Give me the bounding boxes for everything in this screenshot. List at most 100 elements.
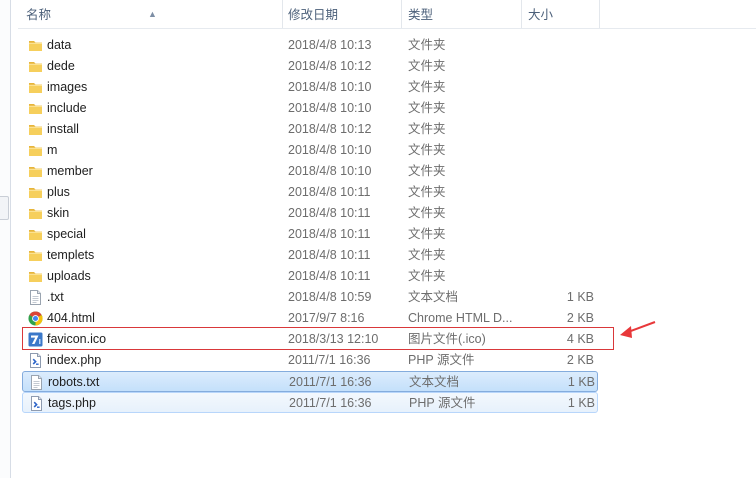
file-name: m (47, 143, 58, 157)
file-modified-date: 2018/4/8 10:13 (288, 38, 372, 52)
file-name: 404.html (47, 311, 95, 325)
folder-icon (28, 122, 43, 137)
column-header-name-label: 名称 (26, 8, 52, 22)
file-type: 文件夹 (408, 185, 446, 199)
file-modified-date: 2011/7/1 16:36 (289, 375, 372, 389)
file-modified-date: 2018/4/8 10:59 (288, 290, 372, 304)
column-header-type[interactable]: 类型 (400, 0, 522, 28)
folder-icon (28, 80, 43, 95)
folder-icon (28, 248, 43, 263)
php-file-icon (28, 353, 43, 368)
file-name: robots.txt (48, 375, 100, 389)
file-type: 文件夹 (408, 227, 446, 241)
file-name: images (47, 80, 88, 94)
column-header-name[interactable]: 名称 ▲ (18, 0, 283, 28)
file-modified-date: 2011/7/1 16:36 (288, 353, 371, 367)
column-header-size-label: 大小 (528, 8, 554, 22)
file-name: data (47, 38, 72, 52)
file-name: skin (47, 206, 70, 220)
file-row[interactable]: install 2018/4/8 10:12 文件夹 (22, 119, 598, 140)
folder-icon (28, 185, 43, 200)
file-size: 1 KB (566, 290, 594, 304)
folder-icon (28, 164, 43, 179)
file-size: 2 KB (566, 353, 594, 367)
file-row[interactable]: uploads 2018/4/8 10:11 文件夹 (22, 266, 598, 287)
file-type: Chrome HTML D... (408, 311, 513, 325)
file-type: 文件夹 (408, 101, 446, 115)
file-row[interactable]: skin 2018/4/8 10:11 文件夹 (22, 203, 598, 224)
file-modified-date: 2017/9/7 8:16 (288, 311, 365, 325)
file-type: 文本文档 (409, 375, 460, 389)
file-modified-date: 2018/4/8 10:12 (288, 59, 372, 73)
file-name: dede (47, 59, 75, 73)
file-row[interactable]: m 2018/4/8 10:10 文件夹 (22, 140, 598, 161)
file-modified-date: 2011/7/1 16:36 (289, 396, 372, 410)
folder-icon (28, 101, 43, 116)
pane-resize-handle[interactable] (0, 196, 9, 220)
text-file-icon (29, 375, 44, 390)
column-header-date[interactable]: 修改日期 (280, 0, 402, 28)
file-type: 文件夹 (408, 206, 446, 220)
file-row[interactable]: robots.txt 2011/7/1 16:36 文本文档 1 KB (22, 371, 598, 392)
file-type: 文件夹 (408, 248, 446, 262)
file-modified-date: 2018/4/8 10:11 (288, 269, 371, 283)
file-type: 文件夹 (408, 38, 446, 52)
file-name: index.php (47, 353, 102, 367)
file-name: uploads (47, 269, 91, 283)
file-row[interactable]: member 2018/4/8 10:10 文件夹 (22, 161, 598, 182)
file-name: member (47, 164, 93, 178)
file-row[interactable]: special 2018/4/8 10:11 文件夹 (22, 224, 598, 245)
file-row[interactable]: plus 2018/4/8 10:11 文件夹 (22, 182, 598, 203)
file-row[interactable]: images 2018/4/8 10:10 文件夹 (22, 77, 598, 98)
column-header-type-label: 类型 (408, 8, 434, 22)
file-type: 文件夹 (408, 143, 446, 157)
folder-icon (28, 59, 43, 74)
file-row[interactable]: tags.php 2011/7/1 16:36 PHP 源文件 1 KB (22, 392, 598, 413)
file-name: install (47, 122, 79, 136)
file-modified-date: 2018/4/8 10:11 (288, 248, 371, 262)
column-header-size[interactable]: 大小 (520, 0, 600, 28)
file-type: 文件夹 (408, 164, 446, 178)
file-row[interactable]: data 2018/4/8 10:13 文件夹 (22, 35, 598, 56)
file-type: PHP 源文件 (409, 396, 476, 410)
file-size: 2 KB (566, 311, 594, 325)
file-row[interactable]: index.php 2011/7/1 16:36 PHP 源文件 2 KB (22, 350, 598, 371)
folder-icon (28, 206, 43, 221)
file-name: include (47, 101, 87, 115)
annotation-arrow-icon (620, 321, 656, 338)
file-modified-date: 2018/4/8 10:11 (288, 185, 371, 199)
file-row[interactable]: dede 2018/4/8 10:12 文件夹 (22, 56, 598, 77)
text-file-icon (28, 290, 43, 305)
file-row[interactable]: include 2018/4/8 10:10 文件夹 (22, 98, 598, 119)
column-header-date-label: 修改日期 (288, 8, 339, 22)
column-header-bar: 名称 ▲ 修改日期 类型 大小 (18, 0, 756, 29)
file-type: PHP 源文件 (408, 353, 475, 367)
file-name: special (47, 227, 86, 241)
file-modified-date: 2018/4/8 10:12 (288, 122, 372, 136)
file-name: .txt (47, 290, 64, 304)
file-type: 文件夹 (408, 59, 446, 73)
file-row[interactable]: templets 2018/4/8 10:11 文件夹 (22, 245, 598, 266)
file-row[interactable]: .txt 2018/4/8 10:59 文本文档 1 KB (22, 287, 598, 308)
file-row[interactable]: 404.html 2017/9/7 8:16 Chrome HTML D... 2 K… (22, 308, 598, 329)
file-modified-date: 2018/4/8 10:11 (288, 227, 371, 241)
file-modified-date: 2018/4/8 10:11 (288, 206, 371, 220)
file-type: 文件夹 (408, 80, 446, 94)
folder-icon (28, 38, 43, 53)
annotation-highlight-box (22, 327, 614, 350)
file-modified-date: 2018/4/8 10:10 (288, 80, 372, 94)
file-size: 1 KB (567, 375, 595, 389)
chrome-icon (28, 311, 43, 326)
file-name: tags.php (48, 396, 96, 410)
file-name: plus (47, 185, 70, 199)
file-modified-date: 2018/4/8 10:10 (288, 101, 372, 115)
folder-icon (28, 227, 43, 242)
file-name: templets (47, 248, 95, 262)
file-type: 文件夹 (408, 122, 446, 136)
sort-up-icon: ▲ (148, 9, 157, 19)
folder-icon (28, 143, 43, 158)
file-modified-date: 2018/4/8 10:10 (288, 164, 372, 178)
file-size: 1 KB (567, 396, 595, 410)
file-modified-date: 2018/4/8 10:10 (288, 143, 372, 157)
file-type: 文本文档 (408, 290, 459, 304)
